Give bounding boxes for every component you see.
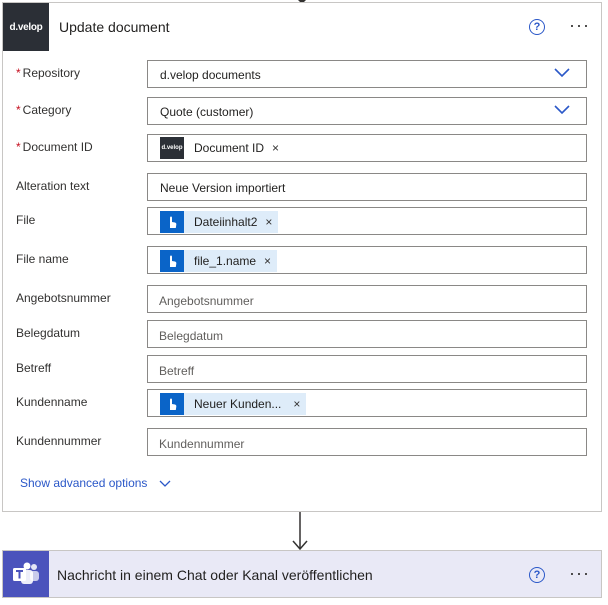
betreff-input[interactable]: Betreff	[147, 355, 587, 383]
field-label: Angebotsnummer	[16, 291, 111, 305]
help-icon[interactable]: ?	[529, 19, 545, 35]
remove-token-icon[interactable]: ×	[265, 215, 272, 229]
dvelop-token-icon: d.velop	[160, 137, 184, 159]
category-value: Quote (customer)	[160, 105, 254, 119]
file-name-field[interactable]: file_1.name ×	[147, 246, 587, 274]
repository-value: d.velop documents	[160, 68, 261, 82]
action-title: Update document	[59, 19, 170, 35]
file-name-token[interactable]: file_1.name ×	[160, 250, 278, 272]
field-label: File name	[16, 252, 69, 266]
category-dropdown[interactable]: Quote (customer)	[147, 97, 587, 125]
field-label: Belegdatum	[16, 326, 81, 340]
file-token[interactable]: Dateiinhalt2 ×	[160, 211, 279, 233]
help-icon[interactable]: ?	[529, 567, 545, 583]
field-label: Kundenname	[16, 395, 88, 409]
placeholder: Kundennummer	[159, 437, 245, 451]
kundennummer-input[interactable]: Kundennummer	[147, 428, 587, 456]
teams-post-message-action-card[interactable]: Nachricht in einem Chat oder Kanal veröf…	[2, 550, 602, 598]
action-header[interactable]: d.velop Update document ? ···	[3, 3, 601, 51]
kundenname-field[interactable]: Neuer Kunden... ×	[147, 389, 587, 417]
alteration-text-value: Neue Version importiert	[160, 181, 286, 195]
row-category: * Category Quote (customer)	[3, 97, 601, 127]
chevron-down-icon[interactable]	[554, 105, 570, 115]
row-kundennummer: Kundennummer Kundennummer	[3, 428, 601, 458]
row-kundenname: Kundenname Neuer Kunden... ×	[3, 389, 601, 419]
placeholder: Belegdatum	[159, 329, 224, 343]
alteration-text-input[interactable]: Neue Version importiert	[147, 173, 587, 201]
row-repository: * Repository d.velop documents	[3, 60, 601, 90]
row-file-name: File name file_1.name ×	[3, 246, 601, 276]
more-options-icon[interactable]: ···	[569, 564, 590, 582]
row-document-id: * Document ID d.velop Document ID ×	[3, 134, 601, 164]
placeholder: Angebotsnummer	[159, 294, 254, 308]
token-label: file_1.name	[194, 254, 257, 268]
row-angebotsnummer: Angebotsnummer Angebotsnummer	[3, 285, 601, 315]
field-label: * Repository	[16, 66, 81, 80]
row-alteration-text: Alteration text Neue Version importiert	[3, 173, 601, 203]
connector-arrow-icon	[292, 512, 308, 551]
row-belegdatum: Belegdatum Belegdatum	[3, 320, 601, 350]
touch-hand-icon	[160, 211, 184, 233]
field-label: Kundennummer	[16, 434, 102, 448]
angebotsnummer-input[interactable]: Angebotsnummer	[147, 285, 587, 313]
token-label: Neuer Kunden...	[194, 397, 282, 411]
update-document-action-card: d.velop Update document ? ··· * Repositor…	[2, 2, 602, 512]
field-label: File	[16, 213, 36, 227]
touch-hand-icon	[160, 250, 184, 272]
chevron-down-icon[interactable]	[554, 68, 570, 78]
row-betreff: Betreff Betreff	[3, 355, 601, 385]
token-label: Document ID	[194, 141, 265, 155]
document-id-field[interactable]: d.velop Document ID ×	[147, 134, 587, 162]
document-id-token[interactable]: d.velop Document ID ×	[160, 137, 285, 159]
touch-hand-icon	[160, 393, 184, 415]
more-options-icon[interactable]: ···	[569, 16, 590, 34]
dvelop-logo: d.velop	[3, 3, 49, 51]
field-label: * Document ID	[16, 140, 93, 154]
chevron-down-icon	[159, 480, 171, 487]
field-label: Betreff	[16, 361, 52, 375]
placeholder: Betreff	[159, 364, 195, 378]
belegdatum-input[interactable]: Belegdatum	[147, 320, 587, 348]
field-label: * Category	[16, 103, 72, 117]
remove-token-icon[interactable]: ×	[264, 254, 271, 268]
field-label: Alteration text	[16, 179, 90, 193]
repository-dropdown[interactable]: d.velop documents	[147, 60, 587, 88]
file-field[interactable]: Dateiinhalt2 ×	[147, 207, 587, 235]
teams-icon	[3, 551, 49, 597]
row-file: File Dateiinhalt2 ×	[3, 207, 601, 237]
remove-token-icon[interactable]: ×	[272, 141, 279, 155]
kundenname-token[interactable]: Neuer Kunden... ×	[160, 393, 307, 415]
remove-token-icon[interactable]: ×	[293, 397, 300, 411]
action-title: Nachricht in einem Chat oder Kanal veröf…	[57, 567, 373, 583]
token-label: Dateiinhalt2	[194, 215, 258, 229]
show-advanced-options-link[interactable]: Show advanced options	[20, 476, 171, 490]
